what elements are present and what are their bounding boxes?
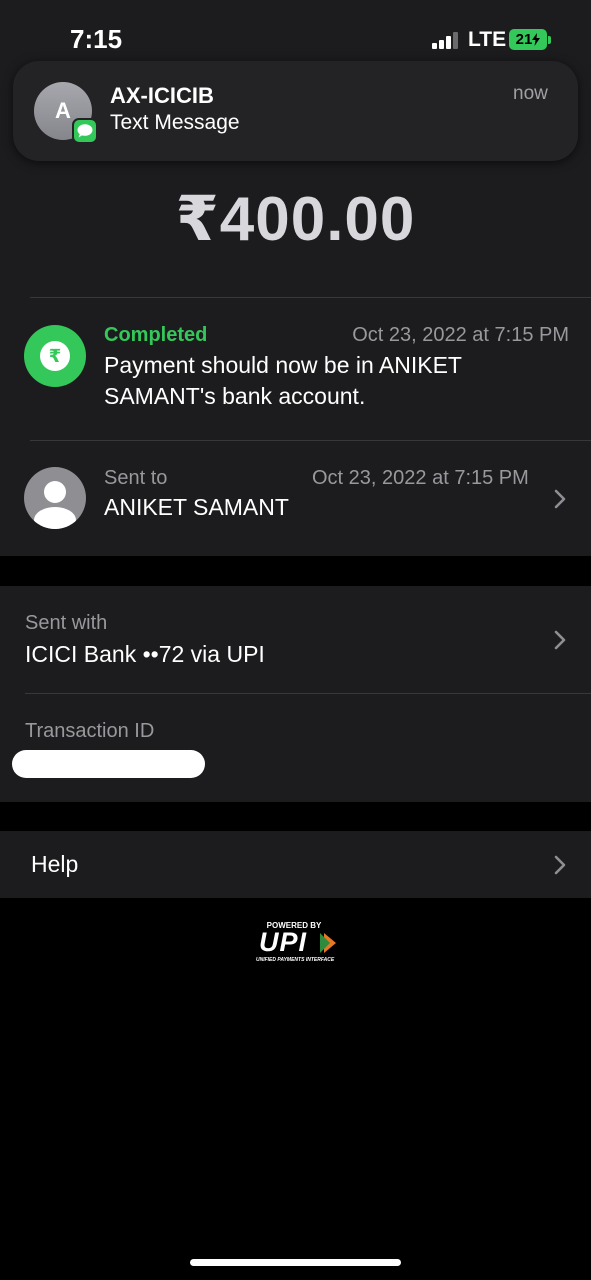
sent-with-row[interactable]: Sent with ICICI Bank ••72 via UPI	[0, 586, 591, 693]
chevron-right-icon	[554, 489, 566, 509]
payment-status-description: Payment should now be in ANIKET SAMANT's…	[104, 352, 462, 409]
network-type: LTE	[468, 28, 507, 51]
charging-bolt-icon	[532, 33, 541, 46]
messages-app-icon	[72, 118, 98, 144]
payment-status-date: Oct 23, 2022 at 7:15 PM	[352, 324, 569, 346]
upi-arrow-icon	[320, 933, 336, 953]
notification-subtitle: Text Message	[110, 111, 240, 134]
rupee-icon: ₹	[24, 325, 86, 387]
status-time: 7:15	[70, 24, 123, 54]
sent-to-date: Oct 23, 2022 at 7:15 PM	[312, 467, 529, 489]
notification-sender: AX-ICICIB	[110, 83, 214, 108]
battery-icon: 21	[509, 29, 547, 50]
upi-brand-text: UPI	[259, 927, 308, 957]
help-label: Help	[31, 851, 79, 877]
home-indicator[interactable]	[190, 1259, 401, 1266]
sent-to-label: Sent to	[104, 467, 168, 489]
chevron-right-icon	[554, 630, 566, 650]
sent-with-label: Sent with	[25, 612, 108, 634]
sender-avatar-letter: A	[55, 98, 71, 123]
recipient-row[interactable]: Sent to Oct 23, 2022 at 7:15 PM ANIKET S…	[0, 441, 591, 556]
upi-tagline: UNIFIED PAYMENTS INTERFACE	[256, 957, 335, 963]
payment-status-label: Completed	[104, 324, 208, 346]
transaction-id-label: Transaction ID	[25, 720, 155, 742]
divider	[25, 693, 591, 694]
payment-amount: ₹400.00	[175, 185, 416, 254]
sent-with-value: ICICI Bank ••72 via UPI	[25, 641, 265, 667]
divider	[30, 297, 591, 298]
message-notification-banner[interactable]: A AX-ICICIB Text Message now	[13, 61, 578, 161]
battery-level: 21	[515, 31, 533, 48]
battery-tip	[548, 36, 551, 44]
redacted-transaction-id	[12, 750, 205, 778]
recipient-name: ANIKET SAMANT	[104, 494, 289, 520]
signal-strength-icon	[432, 31, 462, 49]
chevron-right-icon	[554, 855, 566, 875]
person-icon	[24, 467, 86, 529]
status-bar: 7:15 LTE 21	[0, 0, 591, 70]
upi-logo: POWERED BY UPI UNIFIED PAYMENTS INTERFAC…	[254, 921, 340, 965]
help-row[interactable]	[0, 831, 591, 898]
notification-time: now	[513, 83, 548, 104]
